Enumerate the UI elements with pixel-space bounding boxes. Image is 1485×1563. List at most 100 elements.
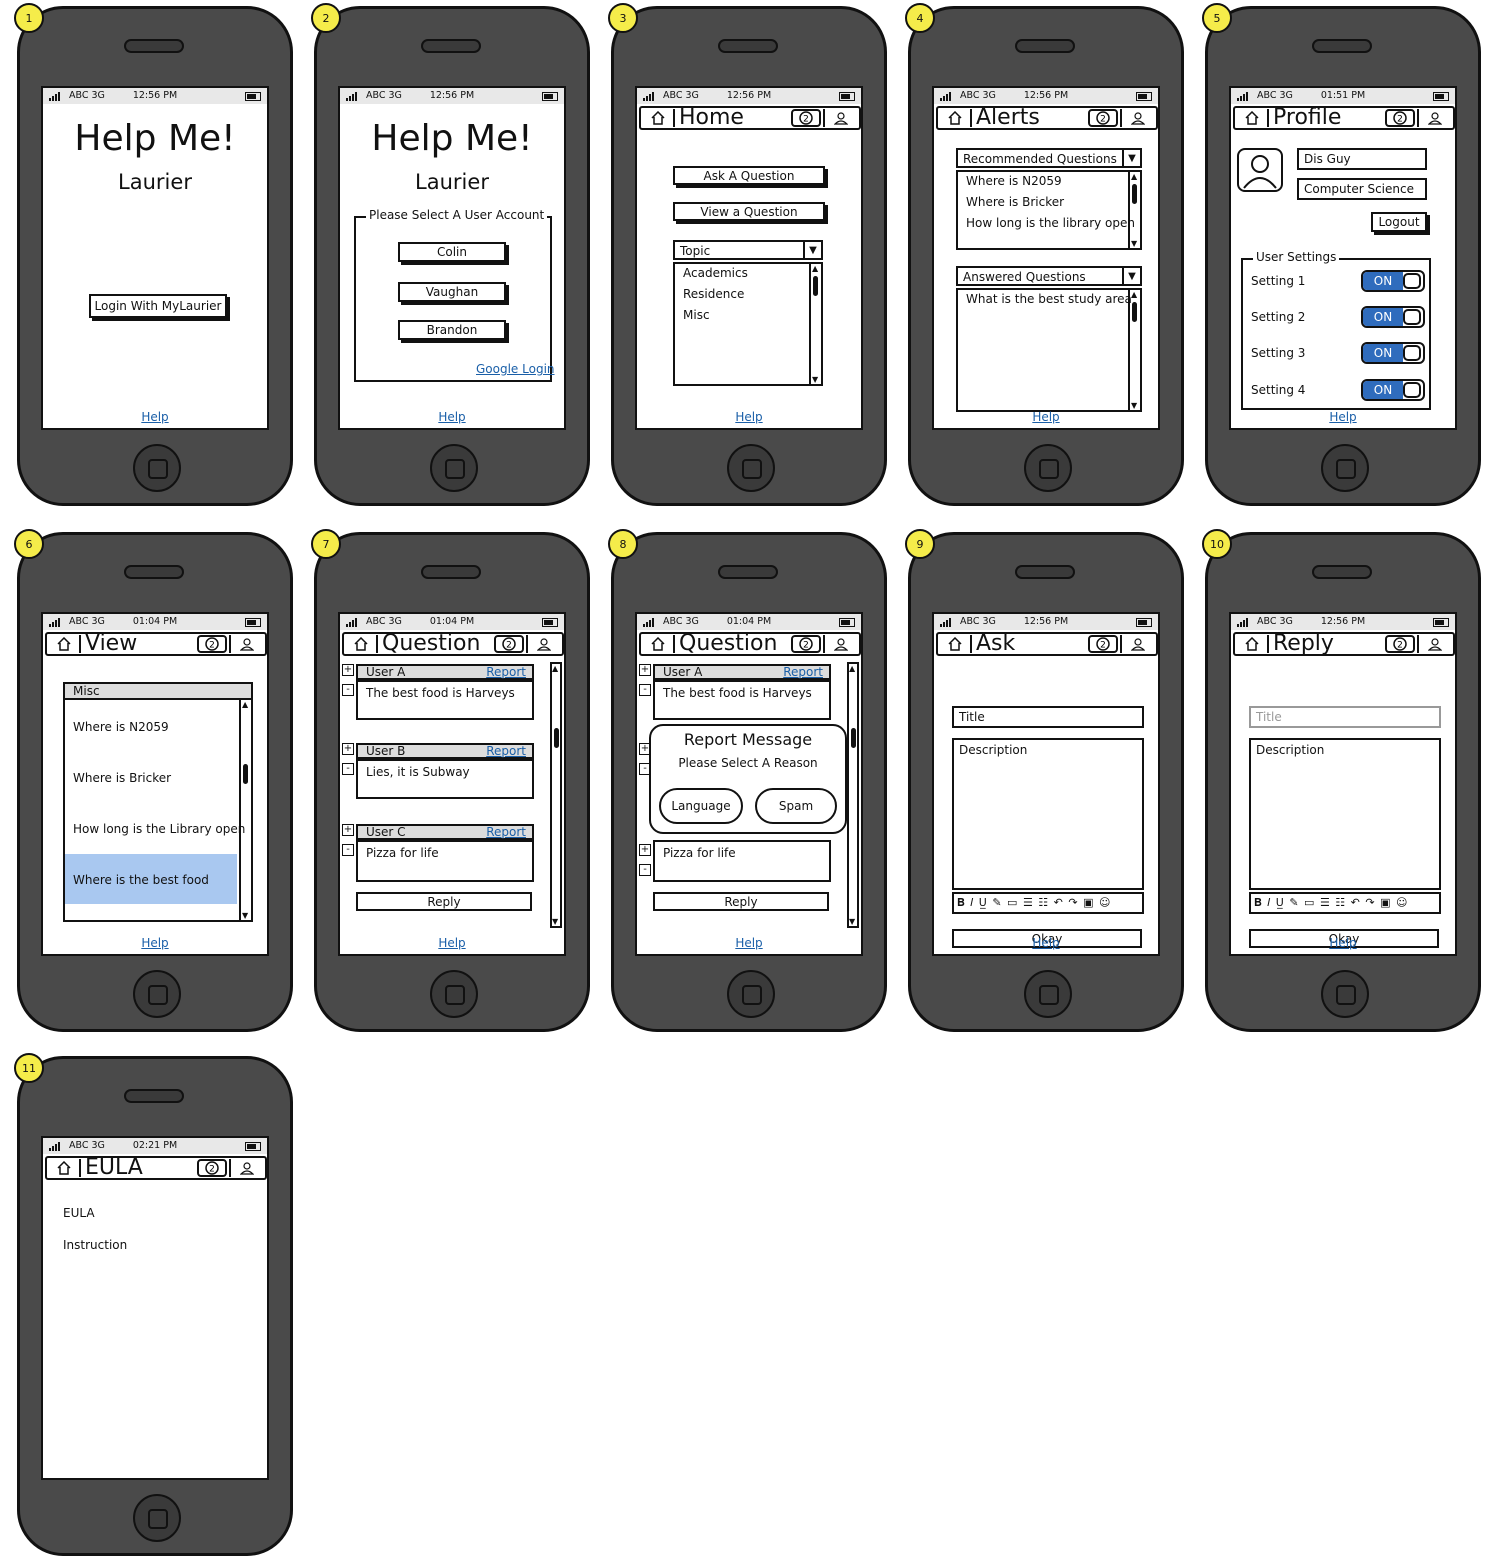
home-hardware-button[interactable] [133,970,181,1018]
reply-button[interactable]: Reply [653,892,829,911]
chevron-down-icon[interactable]: ▼ [1122,268,1140,284]
home-hardware-button[interactable] [727,444,775,492]
help-link[interactable]: Help [637,936,861,950]
chevron-down-icon[interactable]: ▼ [1122,150,1140,166]
answered-item[interactable]: What is the best study area [966,292,1132,306]
question-icon[interactable]: 2 [1088,109,1118,127]
reason-spam-button[interactable]: Spam [755,788,837,824]
profile-program-field[interactable]: Computer Science [1297,178,1427,200]
help-link[interactable]: Help [340,410,564,424]
home-icon[interactable] [643,109,675,127]
help-link[interactable]: Help [43,936,267,950]
topic-item-misc[interactable]: Misc [683,308,710,322]
question-list-scrollbar[interactable]: ▲ ▼ [239,700,251,920]
question-item[interactable]: Where is N2059 [73,720,169,734]
question-icon[interactable]: 2 [1385,109,1415,127]
expand-icon[interactable]: + [342,824,354,836]
question-item[interactable]: Where is Bricker [73,771,171,785]
ask-question-button[interactable]: Ask A Question [673,166,825,185]
report-link[interactable]: Report [486,745,526,758]
collapse-icon[interactable]: - [639,864,651,876]
question-item-selected[interactable]: Where is the best food [65,854,237,904]
home-icon[interactable] [49,635,81,653]
question-icon[interactable]: 2 [791,109,821,127]
home-hardware-button[interactable] [1024,444,1072,492]
help-link[interactable]: Help [1231,936,1455,950]
home-icon[interactable] [1237,109,1269,127]
home-icon[interactable] [49,1159,81,1177]
home-hardware-button[interactable] [1321,970,1369,1018]
profile-name-field[interactable]: Dis Guy [1297,148,1427,170]
description-textarea[interactable]: Description [952,738,1144,890]
user-icon[interactable] [823,109,857,127]
chevron-down-icon[interactable]: ▼ [803,242,821,258]
question-icon[interactable]: 2 [1088,635,1118,653]
rich-text-toolbar[interactable]: 𝐁 𝐼 U̲ ✎ ▭ ☰ ☷ ↶ ↷ ▣ ☺ [952,892,1144,914]
user-icon[interactable] [1120,635,1154,653]
setting-3-toggle[interactable]: ON [1361,342,1425,364]
page-scrollbar[interactable]: ▲ ▼ [550,662,562,928]
user-icon[interactable] [229,1159,263,1177]
home-hardware-button[interactable] [133,1494,181,1542]
question-icon[interactable]: 2 [1385,635,1415,653]
expand-icon[interactable]: + [342,743,354,755]
report-link[interactable]: Report [486,826,526,839]
expand-icon[interactable]: + [639,844,651,856]
report-link[interactable]: Report [486,666,526,679]
setting-4-toggle[interactable]: ON [1361,379,1425,401]
recommended-item[interactable]: Where is N2059 [966,174,1062,188]
answered-questions-dropdown[interactable]: Answered Questions ▼ [956,266,1142,286]
question-icon[interactable]: 2 [197,635,227,653]
topic-item-academics[interactable]: Academics [683,266,748,280]
home-hardware-button[interactable] [430,444,478,492]
question-icon[interactable]: 2 [494,635,524,653]
home-hardware-button[interactable] [1321,444,1369,492]
recommended-scrollbar[interactable]: ▲ ▼ [1128,172,1140,248]
account-brandon-button[interactable]: Brandon [398,320,506,340]
home-hardware-button[interactable] [727,970,775,1018]
login-mylaurier-button[interactable]: Login With MyLaurier [89,294,227,318]
help-link[interactable]: Help [637,410,861,424]
home-icon[interactable] [940,109,972,127]
title-input[interactable]: Title [952,706,1144,728]
expand-icon[interactable]: + [342,664,354,676]
rich-text-toolbar[interactable]: 𝐁 𝐼 U̲ ✎ ▭ ☰ ☷ ↶ ↷ ▣ ☺ [1249,892,1441,914]
help-link[interactable]: Help [934,936,1158,950]
description-textarea[interactable]: Description [1249,738,1441,890]
account-vaughan-button[interactable]: Vaughan [398,282,506,302]
help-link[interactable]: Help [340,936,564,950]
collapse-icon[interactable]: - [639,684,651,696]
view-question-button[interactable]: View a Question [673,202,825,221]
answered-scrollbar[interactable]: ▲ ▼ [1128,290,1140,410]
home-hardware-button[interactable] [1024,970,1072,1018]
question-item[interactable]: How long is the Library open [73,822,245,836]
recommended-item[interactable]: How long is the library open [966,216,1135,230]
reply-button[interactable]: Reply [356,892,532,911]
collapse-icon[interactable]: - [342,844,354,856]
help-link[interactable]: Help [43,410,267,424]
setting-2-toggle[interactable]: ON [1361,306,1425,328]
question-icon[interactable]: 2 [197,1159,227,1177]
help-link[interactable]: Help [934,410,1158,424]
help-link[interactable]: Help [1231,410,1455,424]
home-hardware-button[interactable] [430,970,478,1018]
user-icon[interactable] [1120,109,1154,127]
collapse-icon[interactable]: - [342,684,354,696]
topic-list-scrollbar[interactable]: ▲ ▼ [809,264,821,384]
question-icon[interactable]: 2 [791,635,821,653]
home-hardware-button[interactable] [133,444,181,492]
user-icon[interactable] [823,635,857,653]
reason-language-button[interactable]: Language [659,788,743,824]
account-colin-button[interactable]: Colin [398,242,506,262]
user-icon[interactable] [229,635,263,653]
user-icon[interactable] [1417,635,1451,653]
recommended-questions-dropdown[interactable]: Recommended Questions ▼ [956,148,1142,168]
google-login-link[interactable]: Google Login [476,362,555,376]
expand-icon[interactable]: + [639,664,651,676]
home-icon[interactable] [940,635,972,653]
home-icon[interactable] [643,635,675,653]
user-icon[interactable] [526,635,560,653]
topic-dropdown[interactable]: Topic ▼ [673,240,823,260]
report-link[interactable]: Report [783,666,823,679]
title-input[interactable]: Title [1249,706,1441,728]
